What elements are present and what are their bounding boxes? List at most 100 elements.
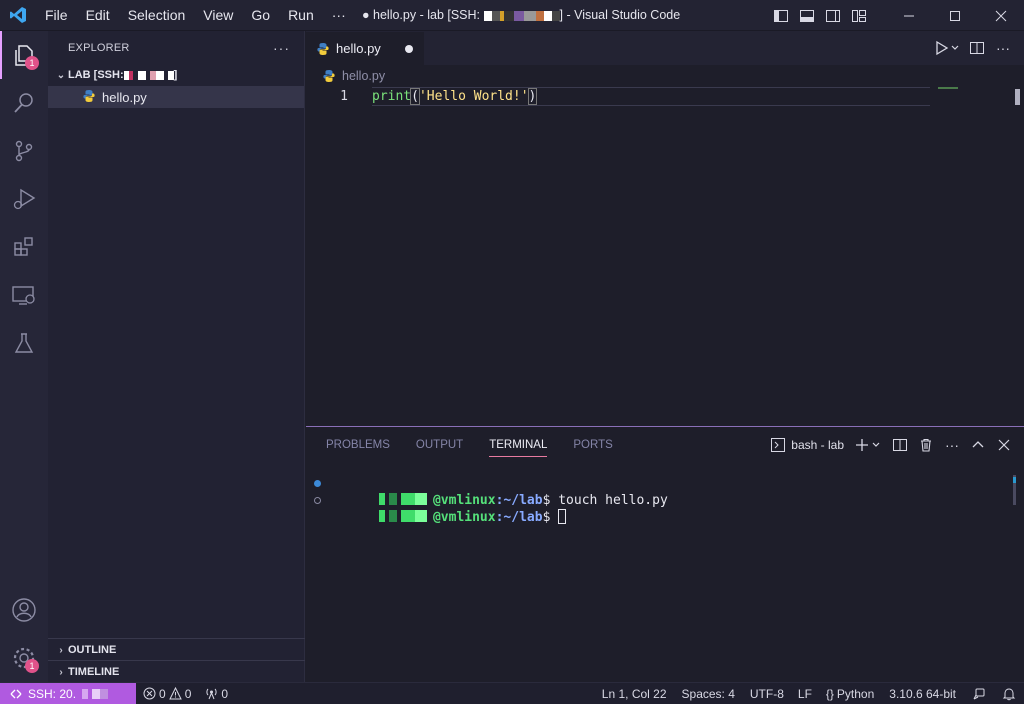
menu-more[interactable]: ···	[323, 0, 355, 31]
ports-count: 0	[221, 686, 229, 701]
minimize-icon[interactable]	[886, 0, 932, 31]
menu-selection[interactable]: Selection	[119, 0, 195, 31]
notifications-bell-icon[interactable]	[994, 683, 1024, 704]
command-pending-decoration-icon	[314, 497, 321, 504]
code-editor[interactable]: 1 print('Hello World!')	[306, 87, 1024, 425]
unsaved-dot-icon[interactable]	[405, 45, 413, 53]
status-right: Ln 1, Col 22 Spaces: 4 UTF-8 LF {} Pytho…	[595, 683, 1024, 704]
close-icon[interactable]	[978, 0, 1024, 31]
split-terminal-icon[interactable]	[890, 435, 910, 455]
folder-label-close: ]	[173, 69, 178, 81]
encoding[interactable]: UTF-8	[743, 683, 791, 704]
run-debug-icon[interactable]	[0, 175, 48, 223]
run-python-icon[interactable]	[932, 37, 962, 59]
ports-status[interactable]: 0	[198, 683, 235, 704]
code-string: 'Hello World!'	[418, 89, 529, 104]
toggle-secondary-sidebar-icon[interactable]	[820, 0, 846, 31]
terminal[interactable]: @vmlinux:~/lab$ touch hello.py @vmlinux:…	[306, 475, 1024, 525]
new-terminal-icon[interactable]	[854, 435, 884, 455]
more-actions-icon[interactable]: ···	[273, 40, 290, 56]
warnings-count: 0	[184, 686, 192, 701]
bottom-panel: PROBLEMS OUTPUT TERMINAL PORTS bash - la…	[306, 426, 1024, 682]
menu-run[interactable]: Run	[279, 0, 323, 31]
close-panel-icon[interactable]	[994, 435, 1014, 455]
toggle-primary-sidebar-icon[interactable]	[768, 0, 794, 31]
title-bar: File Edit Selection View Go Run ··· ● he…	[0, 0, 1024, 31]
chevron-down-icon: ⌄	[56, 69, 66, 81]
trash-icon[interactable]	[916, 435, 936, 455]
warning-icon	[168, 687, 182, 700]
python-file-icon	[316, 42, 330, 56]
folder-section[interactable]: ⌄ LAB [SSH: ]	[48, 64, 304, 86]
toggle-panel-icon[interactable]	[794, 0, 820, 31]
terminal-icon	[771, 438, 786, 452]
outline-section[interactable]: › OUTLINE	[48, 638, 305, 661]
status-bar: SSH: 20. 0 0 0 Ln 1, Col 22 Spaces: 4 UT…	[0, 682, 1024, 704]
split-editor-icon[interactable]	[966, 37, 988, 59]
python-interpreter[interactable]: 3.10.6 64-bit	[881, 683, 964, 704]
source-control-icon[interactable]	[0, 127, 48, 175]
folder-label: LAB [SSH:	[68, 69, 124, 81]
terminal-selector[interactable]: bash - lab	[771, 438, 844, 452]
panel-actions: bash - lab ···	[771, 427, 1014, 463]
language-mode[interactable]: {} Python	[819, 683, 881, 704]
menu-edit[interactable]: Edit	[77, 0, 119, 31]
tab-terminal[interactable]: TERMINAL	[489, 427, 548, 463]
more-actions-icon[interactable]: ···	[942, 435, 962, 455]
explorer-icon[interactable]: 1	[0, 31, 48, 79]
redacted-host	[483, 10, 560, 21]
timeline-label: TIMELINE	[68, 666, 120, 678]
broadcast-icon	[206, 688, 217, 700]
explorer-badge: 1	[25, 56, 39, 70]
editor-actions: ···	[932, 31, 1014, 65]
tab-hello-py[interactable]: hello.py	[306, 31, 424, 65]
tab-ports[interactable]: PORTS	[573, 427, 612, 463]
language-label: Python	[836, 687, 875, 701]
remote-indicator[interactable]: SSH: 20.	[0, 682, 136, 704]
title-suffix: ] - Visual Studio Code	[559, 8, 681, 22]
feedback-icon[interactable]	[964, 683, 994, 704]
explorer-sidebar: EXPLORER ··· ⌄ LAB [SSH: ] hello.py › OUT…	[48, 31, 305, 682]
vscode-logo-icon	[0, 0, 36, 31]
redacted-ip	[82, 688, 109, 699]
sidebar-title: EXPLORER	[68, 41, 130, 54]
file-item-hello-py[interactable]: hello.py	[48, 86, 304, 108]
customize-layout-icon[interactable]	[846, 0, 872, 31]
manage-badge: 1	[25, 659, 39, 673]
breadcrumb-file[interactable]: hello.py	[342, 69, 385, 83]
terminal-name: bash - lab	[791, 438, 844, 452]
menu-file[interactable]: File	[36, 0, 77, 31]
menu-view[interactable]: View	[194, 0, 242, 31]
terminal-path: :~/lab	[495, 510, 543, 525]
menu-go[interactable]: Go	[242, 0, 279, 31]
redacted-username	[374, 510, 433, 522]
maximize-panel-icon[interactable]	[968, 435, 988, 455]
file-name: hello.py	[102, 89, 147, 105]
tab-output[interactable]: OUTPUT	[416, 427, 463, 463]
more-actions-icon[interactable]: ···	[992, 37, 1014, 59]
search-icon[interactable]	[0, 79, 48, 127]
terminal-scroll-marker	[1013, 477, 1016, 483]
accounts-icon[interactable]	[0, 586, 48, 634]
code-func: print	[372, 89, 412, 104]
terminal-host: @vmlinux	[432, 510, 496, 525]
tab-problems[interactable]: PROBLEMS	[326, 427, 390, 463]
minimap[interactable]	[938, 87, 958, 89]
maximize-icon[interactable]	[932, 0, 978, 31]
timeline-section[interactable]: › TIMELINE	[48, 660, 305, 683]
problems-status[interactable]: 0 0	[136, 683, 198, 704]
remote-explorer-icon[interactable]	[0, 271, 48, 319]
sidebar-header: EXPLORER ···	[48, 31, 304, 64]
code-line[interactable]: print('Hello World!')	[372, 87, 930, 106]
indentation[interactable]: Spaces: 4	[674, 683, 743, 704]
outline-label: OUTLINE	[68, 644, 117, 656]
manage-gear-icon[interactable]: 1	[0, 634, 48, 682]
extensions-icon[interactable]	[0, 223, 48, 271]
testing-flask-icon[interactable]	[0, 319, 48, 367]
terminal-cursor	[558, 509, 567, 524]
code-open-paren: (	[410, 88, 420, 105]
cursor-position[interactable]: Ln 1, Col 22	[595, 683, 674, 704]
end-of-line[interactable]: LF	[791, 683, 819, 704]
python-file-icon	[82, 89, 96, 106]
editor-scrollbar[interactable]	[1015, 89, 1020, 105]
